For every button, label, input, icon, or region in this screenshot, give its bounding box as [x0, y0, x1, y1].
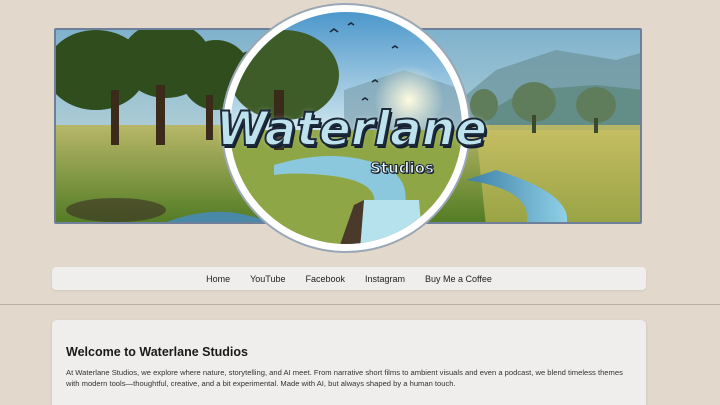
logo-wordmark: Waterlane [215, 101, 488, 158]
nav-instagram[interactable]: Instagram [355, 274, 415, 284]
main-nav: Home YouTube Facebook Instagram Buy Me a… [52, 267, 646, 290]
nav-facebook[interactable]: Facebook [295, 274, 355, 284]
welcome-title: Welcome to Waterlane Studios [66, 345, 248, 359]
section-divider [0, 304, 720, 305]
welcome-body: At Waterlane Studios, we explore where n… [66, 368, 623, 388]
welcome-card: Welcome to Waterlane Studios At Waterlan… [52, 320, 646, 405]
logo-subtitle: Studios [370, 159, 435, 178]
nav-youtube[interactable]: YouTube [240, 274, 295, 284]
logo-emblem[interactable]: Waterlane Studios [214, 0, 488, 262]
nav-home[interactable]: Home [196, 274, 240, 284]
nav-buy-me-a-coffee[interactable]: Buy Me a Coffee [415, 274, 502, 284]
